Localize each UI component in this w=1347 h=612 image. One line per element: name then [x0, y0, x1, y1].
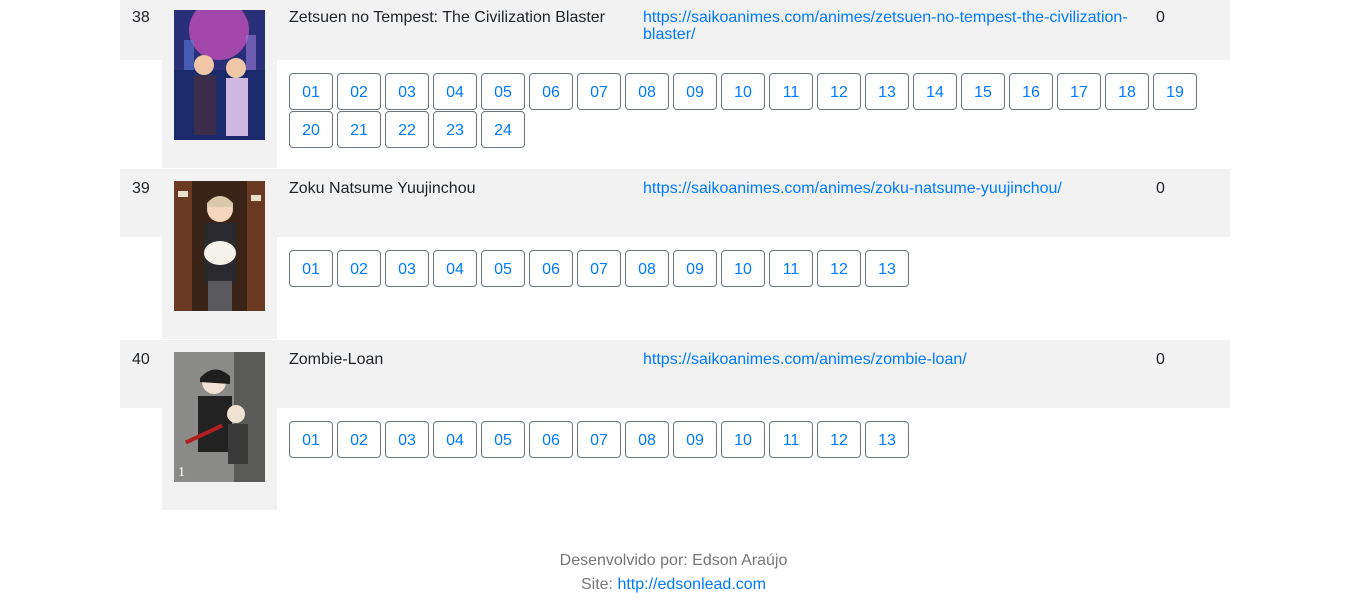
episode-button[interactable]: 07	[577, 250, 621, 287]
footer-developer: Desenvolvido por: Edson Araújo	[559, 552, 788, 569]
episode-button[interactable]: 07	[577, 421, 621, 458]
episode-button[interactable]: 17	[1057, 73, 1101, 110]
episode-button[interactable]: 11	[769, 421, 813, 458]
episode-button[interactable]: 23	[433, 111, 477, 148]
episode-button[interactable]: 01	[289, 73, 333, 110]
episode-list: 01 02 03 04 05 06 07 08 09 10 11 12 13	[289, 421, 1209, 459]
anime-url-link[interactable]: https://saikoanimes.com/animes/zombie-lo…	[643, 351, 1133, 368]
episode-button[interactable]: 07	[577, 73, 621, 110]
episode-list: 01 02 03 04 05 06 07 08 09 10 11 12 13 14 15 16 17 18 19 20…	[289, 73, 1209, 149]
episode-button[interactable]: 10	[721, 73, 765, 110]
anime-title: Zombie-Loan	[289, 351, 384, 368]
episode-button[interactable]: 15	[961, 73, 1005, 110]
episode-button[interactable]: 05	[481, 250, 525, 287]
episode-button[interactable]: 09	[673, 73, 717, 110]
episode-button[interactable]: 18	[1105, 73, 1149, 110]
episode-button[interactable]: 01	[289, 250, 333, 287]
episode-button[interactable]: 02	[337, 421, 381, 458]
footer-site-label: Site:	[580, 576, 613, 593]
anime-poster-zombie-loan: 1	[174, 352, 265, 482]
episode-button[interactable]: 06	[529, 421, 573, 458]
svg-text:1: 1	[178, 465, 185, 480]
episode-list: 01 02 03 04 05 06 07 08 09 10 11 12 13	[289, 250, 1209, 288]
episode-button[interactable]: 05	[481, 421, 525, 458]
episode-button[interactable]: 12	[817, 421, 861, 458]
episode-button[interactable]: 04	[433, 250, 477, 287]
episode-button[interactable]: 11	[769, 73, 813, 110]
episode-button[interactable]: 20	[289, 111, 333, 148]
episode-button[interactable]: 03	[385, 421, 429, 458]
episode-button[interactable]: 08	[625, 421, 669, 458]
episode-button[interactable]: 06	[529, 73, 573, 110]
episode-button[interactable]: 11	[769, 250, 813, 287]
episode-button[interactable]: 01	[289, 421, 333, 458]
episode-button[interactable]: 08	[625, 250, 669, 287]
anime-title: Zetsuen no Tempest: The Civilization Bla…	[289, 9, 606, 26]
episode-button[interactable]: 06	[529, 250, 573, 287]
anime-title: Zoku Natsume Yuujinchou	[289, 180, 476, 197]
episode-button[interactable]: 21	[337, 111, 381, 148]
episode-button[interactable]: 09	[673, 250, 717, 287]
episode-button[interactable]: 22	[385, 111, 429, 148]
episode-button[interactable]: 02	[337, 250, 381, 287]
episode-button[interactable]: 03	[385, 73, 429, 110]
anime-url-link[interactable]: https://saikoanimes.com/animes/zoku-nats…	[643, 180, 1133, 197]
episode-button[interactable]: 16	[1009, 73, 1053, 110]
episode-button[interactable]: 14	[913, 73, 957, 110]
episode-button[interactable]: 13	[865, 73, 909, 110]
row-count: 0	[1156, 351, 1165, 368]
episode-button[interactable]: 10	[721, 421, 765, 458]
episode-button[interactable]: 02	[337, 73, 381, 110]
episode-button[interactable]: 24	[481, 111, 525, 148]
episode-button[interactable]: 13	[865, 421, 909, 458]
episode-button[interactable]: 12	[817, 73, 861, 110]
row-count: 0	[1156, 9, 1165, 26]
row-number: 40	[132, 351, 150, 368]
episode-button[interactable]: 09	[673, 421, 717, 458]
anime-poster-zetsuen-no-tempest	[174, 10, 265, 140]
footer-site-link[interactable]: http://edsonlead.com	[617, 576, 766, 593]
episode-button[interactable]: 12	[817, 250, 861, 287]
footer-site: Site: http://edsonlead.com	[0, 573, 1347, 597]
episode-button[interactable]: 10	[721, 250, 765, 287]
episode-button[interactable]: 04	[433, 73, 477, 110]
episode-button[interactable]: 05	[481, 73, 525, 110]
row-number: 38	[132, 9, 150, 26]
anime-url-link[interactable]: https://saikoanimes.com/animes/zetsuen-n…	[643, 9, 1133, 43]
anime-poster-zoku-natsume-yuujinchou	[174, 181, 265, 311]
episode-button[interactable]: 19	[1153, 73, 1197, 110]
episode-button[interactable]: 08	[625, 73, 669, 110]
episode-button[interactable]: 13	[865, 250, 909, 287]
row-number: 39	[132, 180, 150, 197]
episode-button[interactable]: 03	[385, 250, 429, 287]
row-count: 0	[1156, 180, 1165, 197]
episode-button[interactable]: 04	[433, 421, 477, 458]
